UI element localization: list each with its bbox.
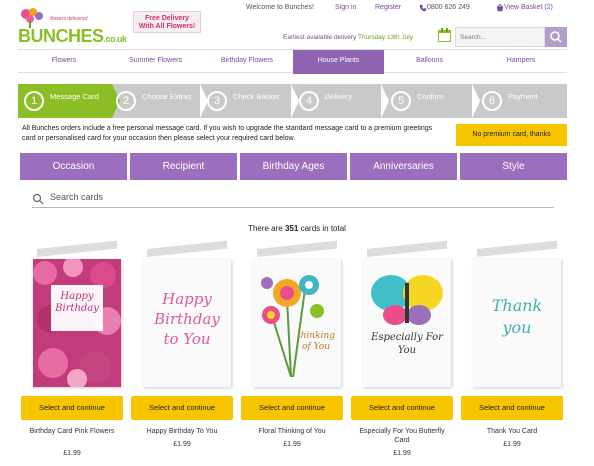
card-image[interactable]: Especially For You [363, 259, 451, 387]
checkout-steps: 1 Message Card 2 Choose Extras 3 Check B… [18, 84, 567, 118]
category-recipient[interactable]: Recipient [130, 153, 237, 180]
site-search-button[interactable] [545, 27, 567, 47]
bunches-logo[interactable]: flowers delivered BUNCHES.co.uk [18, 6, 127, 46]
card-price: £1.99 [63, 450, 81, 457]
card-price: £1.99 [283, 441, 301, 448]
no-premium-card-button[interactable]: No premium card, thanks [456, 124, 567, 146]
flowers-logo-icon [21, 8, 43, 28]
search-icon [550, 31, 562, 43]
card-image[interactable]: thinking of You [253, 259, 341, 387]
card-image[interactable]: Thank you [473, 259, 561, 387]
category-occasion[interactable]: Occasion [20, 153, 127, 180]
welcome-text: Welcome to Bunches! [246, 4, 314, 11]
phone-number[interactable]: 0800 626 249 [419, 4, 470, 12]
logo-tagline: flowers delivered [50, 16, 88, 22]
free-delivery-banner[interactable]: Free Delivery With All Flowers! [133, 11, 201, 33]
nav-balloons[interactable]: Balloons [384, 50, 475, 74]
logo-brand: BUNCHES.co.uk [18, 26, 127, 46]
card-art-text: Thank you [491, 296, 543, 337]
card-name: Birthday Card Pink Flowers [29, 428, 115, 435]
card-art-text: Happy Birthday [55, 291, 99, 314]
card-back [477, 240, 557, 257]
register-link[interactable]: Register [375, 4, 401, 11]
select-and-continue-button[interactable]: Select and continue [461, 396, 563, 420]
nav-house-plants[interactable]: House Plants [293, 50, 384, 74]
category-style[interactable]: Style [460, 153, 567, 180]
card-count: There are 351 cards in total [248, 224, 346, 233]
view-basket-link[interactable]: View Basket (2) [496, 4, 553, 12]
floral-card-art-icon [253, 259, 341, 387]
phone-icon [419, 4, 427, 12]
nav-flowers[interactable]: Flowers [18, 50, 110, 74]
step-delivery: 4 Delivery [293, 84, 385, 118]
site-search-input[interactable]: Search... [455, 27, 545, 47]
step-payment: 6 Payment [476, 84, 567, 118]
card-name: Thank You Card [486, 428, 538, 435]
main-nav: Flowers Summer Flowers Birthday Flowers … [18, 49, 567, 74]
card-image[interactable]: Happy Birthday [33, 259, 121, 387]
step-message-card: 1 Message Card [18, 84, 112, 118]
step-check-basket: 3 Check Basket [201, 84, 293, 118]
calendar-icon[interactable] [438, 28, 451, 42]
card-back [257, 240, 337, 257]
flowers-card-art-icon [33, 259, 121, 387]
earliest-delivery: Earliest available delivery Thursday 13t… [283, 34, 413, 41]
card-price: £1.99 [173, 441, 191, 448]
nav-summer-flowers[interactable]: Summer Flowers [110, 50, 201, 74]
card-name: Happy Birthday To You [146, 428, 218, 435]
card-back [367, 240, 447, 257]
intro-text: All Bunches orders include a free person… [22, 125, 433, 142]
select-and-continue-button[interactable]: Select and continue [241, 396, 343, 420]
butterfly-card-art-icon [363, 259, 451, 387]
card-image[interactable]: Happy Birthday to You [143, 259, 231, 387]
card-art-text: Happy Birthday to You [154, 290, 220, 348]
select-and-continue-button[interactable]: Select and continue [351, 396, 453, 420]
card-back [37, 240, 117, 257]
sign-in-link[interactable]: Sign in [335, 4, 356, 11]
card-art-text: thinking of You [297, 331, 335, 352]
top-links: Welcome to Bunches! Sign in Register 080… [246, 4, 576, 14]
select-and-continue-button[interactable]: Select and continue [131, 396, 233, 420]
card-price: £1.99 [393, 450, 411, 457]
step-choose-extras: 2 Choose Extras [110, 84, 202, 118]
nav-birthday-flowers[interactable]: Birthday Flowers [201, 50, 293, 74]
card-name: Especially For You Butterfly Card [359, 428, 445, 444]
search-icon [32, 193, 44, 205]
card-name: Floral Thinking of You [258, 428, 326, 435]
select-and-continue-button[interactable]: Select and continue [21, 396, 123, 420]
search-cards-input[interactable]: Search cards [32, 190, 554, 208]
step-confirm: 5 Confirm [385, 84, 477, 118]
basket-icon [496, 4, 504, 12]
card-price: £1.99 [503, 441, 521, 448]
card-art-text: Especially For You [371, 332, 443, 356]
card-back [147, 240, 227, 257]
nav-hampers[interactable]: Hampers [475, 50, 567, 74]
category-birthday-ages[interactable]: Birthday Ages [240, 153, 347, 180]
category-anniversaries[interactable]: Anniversaries [350, 153, 457, 180]
